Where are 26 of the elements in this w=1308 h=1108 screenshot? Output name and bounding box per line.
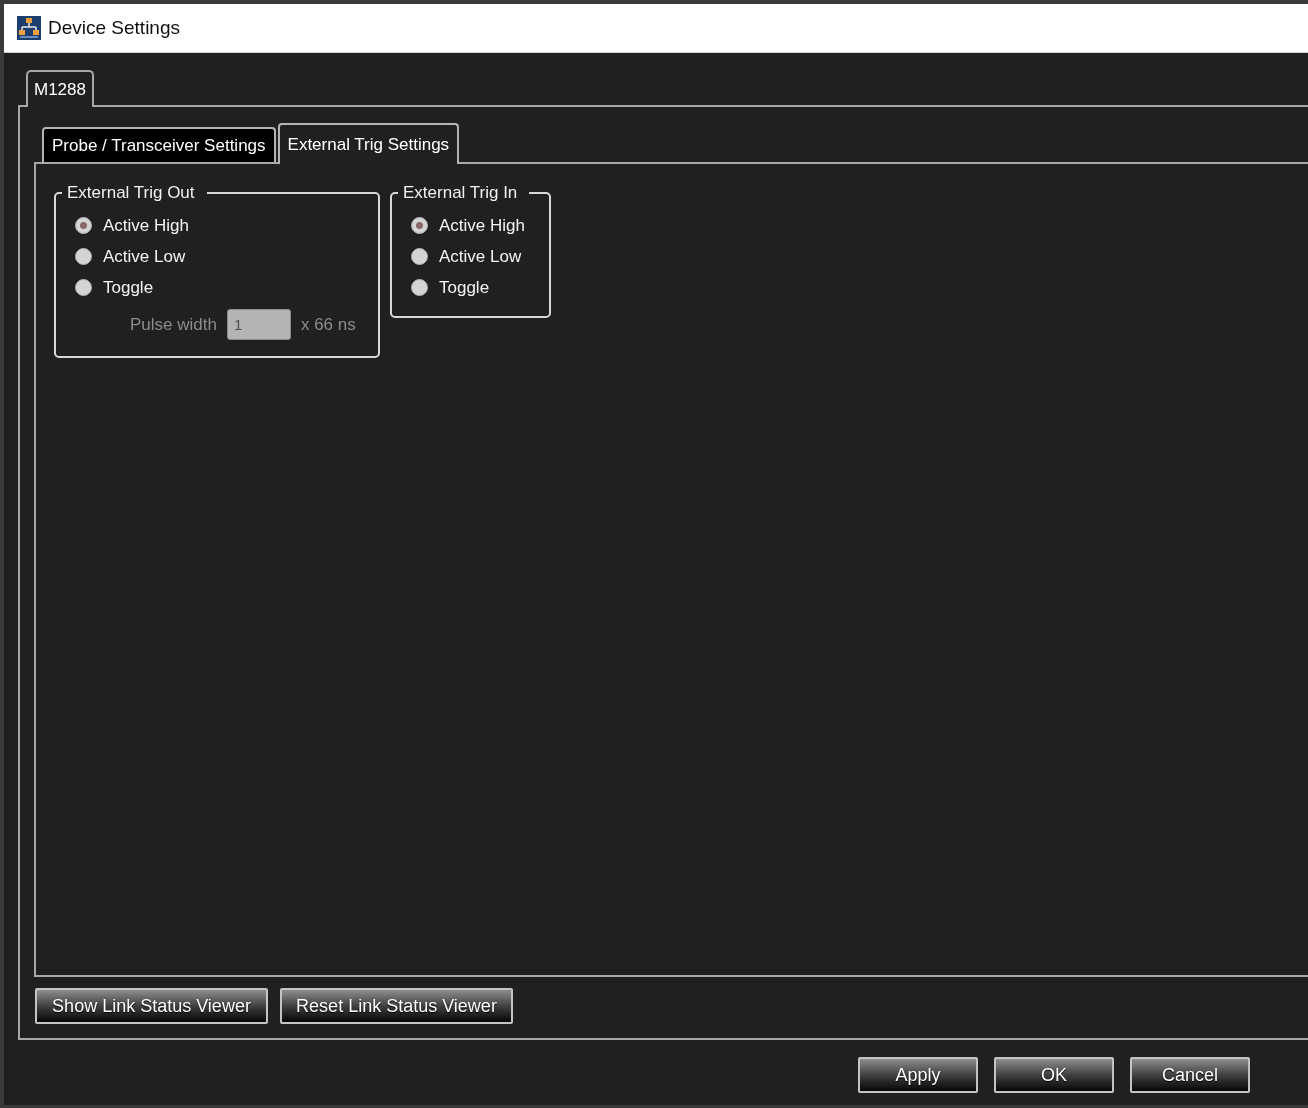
link-status-button[interactable]: Reset Link Status Viewer [280,988,513,1024]
tab[interactable]: M1288 [26,70,94,107]
radio-icon[interactable] [411,279,428,296]
radio-icon[interactable] [75,248,92,265]
radio-option[interactable]: Toggle [75,272,154,303]
radio-icon[interactable] [75,217,92,234]
unit-label: x 66 ns [300,314,356,335]
window-title: Device Settings [48,17,180,39]
radio-icon[interactable] [411,217,428,234]
group-title: External Trig Out [66,183,196,203]
radio-icon[interactable] [411,248,428,265]
radio-option[interactable]: Active High [411,210,525,241]
tab[interactable]: External Trig Settings [277,123,460,164]
dialog-button[interactable]: OK [994,1057,1114,1093]
dialog-button[interactable]: Apply [858,1057,978,1093]
link-status-button[interactable]: Show Link Status Viewer [35,988,268,1024]
radio-option[interactable]: Toggle [411,272,490,303]
radio-option[interactable]: Active Low [75,241,186,272]
group-title: External Trig In [402,183,519,203]
dialog-button[interactable]: Cancel [1130,1057,1250,1093]
radio-icon[interactable] [75,279,92,296]
radio-option[interactable]: Active High [75,210,189,241]
field-label: Pulse width [130,314,217,335]
node-tree-icon [17,16,41,40]
tab[interactable]: Probe / Transceiver Settings [42,127,276,162]
radio-option[interactable]: Active Low [411,241,522,272]
